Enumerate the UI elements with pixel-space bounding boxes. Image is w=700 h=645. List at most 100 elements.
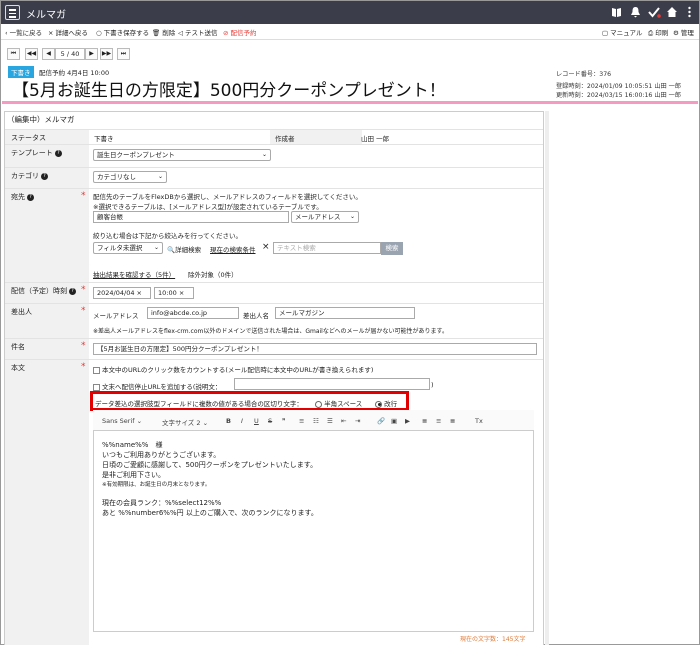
creator-label: 作成者 bbox=[275, 135, 295, 143]
add-unsubscribe-label: 文末へ配信停止URLを追加する(説明文： bbox=[102, 383, 222, 391]
prev-button[interactable]: ◀ bbox=[42, 48, 55, 60]
advanced-search-link[interactable]: 🔍詳細検索 bbox=[167, 244, 201, 254]
font-select[interactable]: Sans Serif ⌄ bbox=[102, 417, 142, 425]
destination-table-input[interactable]: 顧客台帳 bbox=[93, 211, 289, 223]
template-value: 誕生日クーポンプレゼント bbox=[97, 151, 175, 159]
chevron-left-icon: ‹ bbox=[5, 29, 8, 37]
chevron-down-icon: ⌄ bbox=[157, 173, 163, 180]
sender-name-label: 差出人名 bbox=[243, 312, 269, 320]
record-header: 下書き 配信予約 4月4日 10:00 【5月お誕生日の方限定】500円分クーポ… bbox=[2, 62, 698, 104]
sender-note: ※差出人メールアドレスをflex-crm.com以外のドメインで送信された場合は… bbox=[93, 328, 448, 335]
creator-value: 山田 一郎 bbox=[361, 135, 390, 143]
help-icon[interactable]: ? bbox=[41, 172, 48, 180]
chevron-down-icon: ⌄ bbox=[136, 417, 143, 425]
underline-icon[interactable]: U bbox=[254, 417, 259, 425]
body-note: ※有効期限は、お誕生日の月末となります。 bbox=[102, 482, 211, 488]
manage-button[interactable]: ⚙ 管理 bbox=[673, 27, 694, 37]
back-detail-button[interactable]: × 詳細へ戻る bbox=[48, 27, 88, 37]
clear-icon[interactable]: × bbox=[179, 289, 184, 297]
more-vert-icon[interactable] bbox=[687, 6, 692, 18]
search-button[interactable]: 検索 bbox=[381, 242, 403, 255]
category-select[interactable]: カテゴリなし ⌄ bbox=[93, 171, 167, 183]
template-select[interactable]: 誕生日クーポンプレゼント ⌄ bbox=[93, 149, 271, 161]
test-send-button[interactable]: ◁ テスト送信 bbox=[178, 27, 218, 37]
back-list-label: 一覧に戻る bbox=[9, 29, 43, 37]
print-button[interactable]: ⎙ 印刷 bbox=[648, 27, 668, 38]
scrollbar[interactable] bbox=[545, 111, 549, 645]
bell-icon[interactable] bbox=[630, 6, 641, 18]
required-mark: * bbox=[81, 306, 86, 316]
manual-button[interactable]: ▢ マニュアル bbox=[602, 27, 642, 37]
clear-icon[interactable]: × bbox=[137, 289, 142, 297]
save-draft-button[interactable]: ○ 下書き保存する bbox=[96, 27, 149, 37]
next-button[interactable]: ▶ bbox=[85, 48, 98, 60]
record-navigation: ⏮ ◀◀ ◀ 5 / 40 ▶ ▶▶ ⏭ bbox=[1, 44, 699, 62]
add-unsubscribe-option[interactable]: 文末へ配信停止URLを追加する(説明文： bbox=[93, 381, 221, 391]
back-detail-label: 詳細へ戻る bbox=[55, 29, 88, 37]
help-icon[interactable]: ? bbox=[27, 193, 34, 201]
text-search-input[interactable]: テキスト検索 bbox=[273, 242, 381, 254]
link-icon[interactable]: 🔗 bbox=[377, 417, 385, 425]
required-mark: * bbox=[81, 191, 86, 201]
image-icon[interactable]: ▣ bbox=[391, 417, 397, 425]
indent-right-icon[interactable]: ⇥ bbox=[355, 417, 360, 425]
help-icon[interactable]: ? bbox=[69, 287, 76, 295]
align-center-icon[interactable]: ≡ bbox=[436, 417, 441, 425]
font-value: Sans Serif bbox=[102, 417, 135, 425]
first-page-button[interactable]: ⏮ bbox=[7, 48, 20, 60]
sender-name-input[interactable]: メールマガジン bbox=[275, 307, 415, 319]
align-left-icon[interactable]: ≣ bbox=[422, 417, 427, 425]
delete-button[interactable]: 🗑 削除 bbox=[152, 27, 175, 37]
subject-input[interactable]: 【5月お誕生日の方限定】500円分クーポンプレゼント！ bbox=[93, 343, 537, 355]
advanced-search-label: 詳細検索 bbox=[175, 246, 202, 254]
body-line: %%name%% 様 bbox=[102, 441, 163, 449]
destination-field-select[interactable]: メールアドレス ⌄ bbox=[291, 211, 359, 223]
date-input[interactable]: 2024/04/04 × bbox=[93, 287, 151, 299]
clear-format-icon[interactable]: Tx bbox=[475, 417, 483, 425]
print-icon: ⎙ bbox=[648, 29, 654, 37]
filter-select[interactable]: フィルタ未選択 ⌄ bbox=[93, 242, 163, 254]
strike-icon[interactable]: S bbox=[268, 417, 272, 425]
current-condition-link[interactable]: 現在の検索条件 bbox=[210, 244, 256, 254]
created-time: 登録時刻：2024/01/09 10:05:51 山田 一郎 bbox=[556, 83, 682, 90]
sender-email-input[interactable]: info@abcde.co.jp bbox=[147, 307, 239, 319]
ordered-list-icon[interactable]: ☷ bbox=[313, 417, 319, 425]
video-icon[interactable]: ▶ bbox=[405, 417, 410, 425]
check-icon[interactable] bbox=[648, 6, 661, 18]
next-fast-button[interactable]: ▶▶ bbox=[100, 48, 113, 60]
book-icon[interactable] bbox=[611, 7, 622, 18]
bullet-list-icon[interactable]: ☰ bbox=[327, 417, 333, 425]
chevron-down-icon: ⌄ bbox=[202, 419, 209, 427]
trash-icon: 🗑 bbox=[152, 29, 161, 37]
count-clicks-label: 本文中のURLのクリック数をカウントする(メール配信時に本文中のURLが書き換え… bbox=[102, 366, 374, 374]
align-icon[interactable]: ≡ bbox=[299, 417, 304, 425]
menu-icon[interactable] bbox=[5, 5, 20, 20]
gear-icon: ⚙ bbox=[673, 29, 679, 37]
cancel-schedule-button[interactable]: ⊘ 配信予約 bbox=[223, 27, 256, 37]
last-page-button[interactable]: ⏭ bbox=[117, 48, 130, 60]
confirm-results-link[interactable]: 抽出結果を確認する（5件） bbox=[93, 269, 175, 279]
editor-content[interactable]: %%name%% 様 いつもご利用ありがとうございます。 日頃のご愛顧に感謝して… bbox=[102, 440, 318, 518]
unsubscribe-text-input[interactable] bbox=[234, 378, 430, 390]
updated-time: 更新時刻：2024/03/15 16:00:16 山田 一郎 bbox=[556, 92, 682, 99]
filter-description: 絞り込む場合は下記から絞込みを行ってください。 bbox=[93, 232, 242, 240]
add-unsubscribe-checkbox[interactable] bbox=[93, 383, 100, 391]
home-icon[interactable] bbox=[666, 6, 678, 18]
help-icon[interactable]: ? bbox=[54, 149, 62, 157]
bold-icon[interactable]: B bbox=[226, 417, 231, 425]
italic-icon[interactable]: I bbox=[241, 417, 243, 425]
align-right-icon[interactable]: ≣ bbox=[450, 417, 455, 425]
clear-icon[interactable]: × bbox=[262, 242, 270, 252]
back-list-button[interactable]: ‹ 一覧に戻る bbox=[5, 27, 42, 37]
delete-label: 削除 bbox=[162, 29, 176, 37]
count-clicks-option[interactable]: 本文中のURLのクリック数をカウントする(メール配信時に本文中のURLが書き換え… bbox=[93, 364, 373, 374]
prev-fast-button[interactable]: ◀◀ bbox=[25, 48, 38, 60]
filter-select-value: フィルタ未選択 bbox=[97, 244, 143, 252]
count-clicks-checkbox[interactable] bbox=[93, 366, 100, 374]
quote-icon[interactable]: ❞ bbox=[282, 417, 286, 425]
chevron-down-icon: ⌄ bbox=[153, 244, 159, 251]
size-select[interactable]: 文字サイズ 2 ⌄ bbox=[162, 417, 208, 427]
time-input[interactable]: 10:00 × bbox=[154, 287, 194, 299]
body-line: 是非ご利用下さい。 bbox=[102, 471, 165, 479]
indent-left-icon[interactable]: ⇤ bbox=[341, 417, 346, 425]
